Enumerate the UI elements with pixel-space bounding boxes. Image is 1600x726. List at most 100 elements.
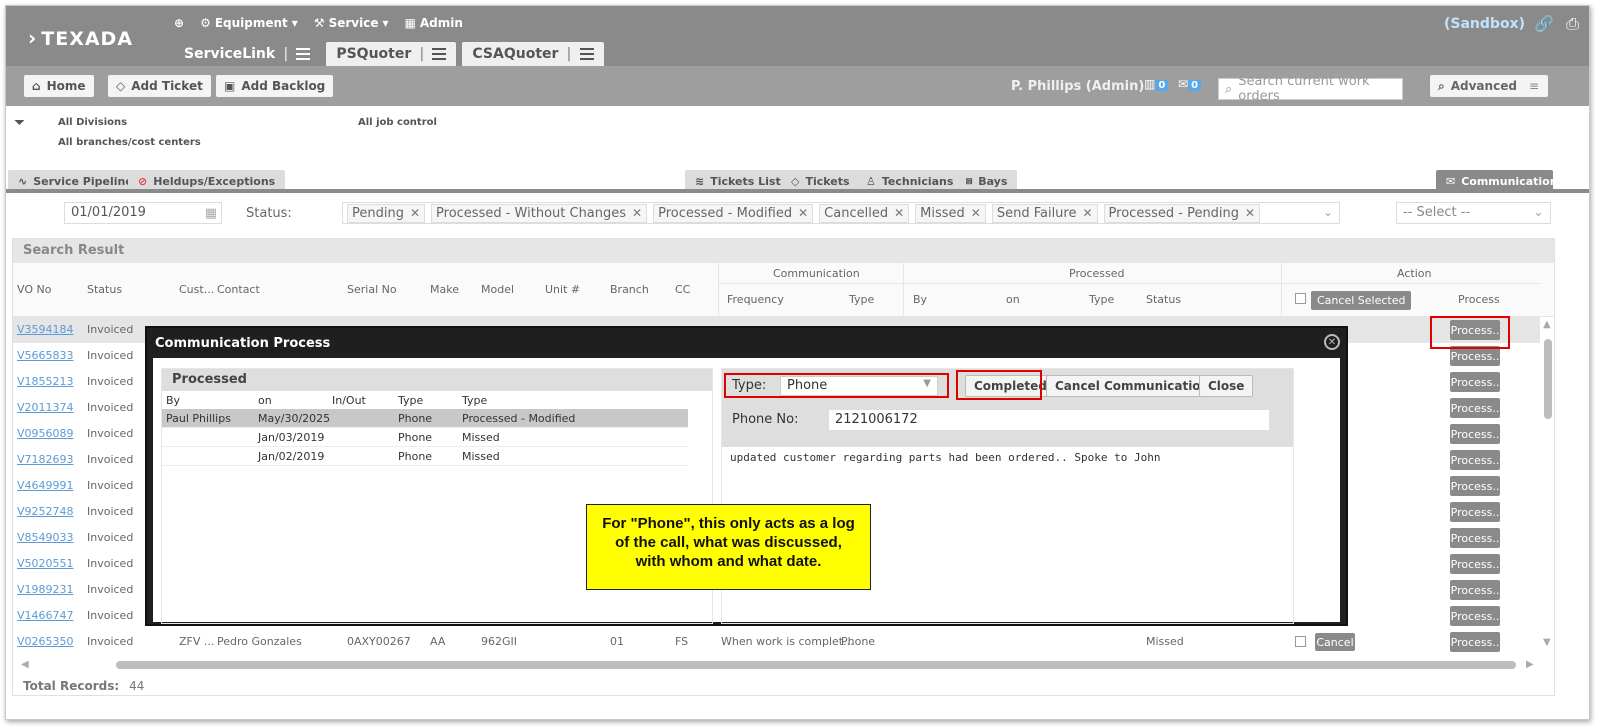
hamburger-icon[interactable]: [579, 45, 594, 63]
cancel-button[interactable]: Cancel: [1315, 633, 1355, 651]
col-type[interactable]: Type: [849, 293, 874, 306]
col-processed-type[interactable]: Type: [1089, 293, 1114, 306]
select-all-checkbox[interactable]: [1295, 293, 1306, 304]
notes-textarea[interactable]: updated customer regarding parts had bee…: [730, 451, 1160, 464]
process-button[interactable]: Process..: [1450, 346, 1500, 366]
remove-icon[interactable]: ✕: [894, 206, 904, 220]
process-button[interactable]: Process..: [1450, 502, 1500, 522]
tab-servicelink[interactable]: ServiceLink |: [174, 42, 321, 66]
col-model[interactable]: Model: [481, 283, 514, 296]
calendar-icon[interactable]: ▦: [205, 206, 217, 221]
col-make[interactable]: Make: [430, 283, 459, 296]
cancel-communication-button[interactable]: Cancel Communication: [1046, 375, 1219, 397]
hamburger-icon[interactable]: [432, 45, 447, 63]
search-input[interactable]: ⌕ Search current work orders: [1218, 74, 1403, 104]
wo-link[interactable]: V1855213: [17, 375, 74, 388]
col-by[interactable]: By: [913, 293, 927, 306]
notebook-badge[interactable]: ▥ 0: [1144, 77, 1169, 91]
chat-badge[interactable]: ✉ 0: [1178, 77, 1202, 91]
wo-link[interactable]: V5665833: [17, 349, 74, 362]
tab-psquoter[interactable]: PSQuoter |: [326, 42, 457, 66]
job-control-filter[interactable]: All job control: [358, 117, 437, 128]
add-ticket-button[interactable]: ◇ Add Ticket: [108, 75, 211, 97]
horizontal-scrollbar[interactable]: ◀ ▶: [21, 659, 1541, 671]
texada-logo[interactable]: › TEXADA: [28, 26, 133, 50]
menu-button[interactable]: ≡: [1520, 75, 1548, 97]
vertical-scrollbar[interactable]: ▲ ▼: [1542, 319, 1554, 654]
col-cust[interactable]: Cust...: [179, 283, 214, 296]
wo-link[interactable]: V2011374: [17, 401, 74, 414]
scroll-left-icon[interactable]: ◀: [21, 659, 29, 670]
remove-icon[interactable]: ✕: [1245, 206, 1255, 220]
status-multiselect[interactable]: Pending ✕ Processed - Without Changes ✕ Pr…: [342, 202, 1340, 224]
process-button[interactable]: Process..: [1450, 554, 1500, 574]
wo-link[interactable]: V0265350: [17, 635, 74, 648]
wo-link[interactable]: V8549033: [17, 531, 74, 544]
processed-row[interactable]: Paul Phillips May/30/2025 Phone Processe…: [162, 409, 688, 428]
remove-icon[interactable]: ✕: [632, 206, 642, 220]
wo-link[interactable]: V5020551: [17, 557, 74, 570]
advanced-search-button[interactable]: ⌕ Advanced: [1430, 75, 1525, 97]
col-branch[interactable]: Branch: [610, 283, 649, 296]
process-button[interactable]: Process..: [1450, 580, 1500, 600]
phone-field[interactable]: 2121006172: [828, 409, 1270, 431]
process-button[interactable]: Process..: [1450, 606, 1500, 626]
remove-icon[interactable]: ✕: [410, 206, 420, 220]
process-button[interactable]: Process..: [1450, 424, 1500, 444]
close-icon[interactable]: ✕: [1324, 334, 1340, 350]
scroll-thumb[interactable]: [116, 661, 1516, 669]
col-unit[interactable]: Unit #: [545, 283, 580, 296]
col-contact[interactable]: Contact: [217, 283, 260, 296]
cancel-selected-button[interactable]: Cancel Selected: [1311, 291, 1412, 310]
wo-link[interactable]: V1989231: [17, 583, 74, 596]
col-cc[interactable]: CC: [675, 283, 690, 296]
row-checkbox[interactable]: [1295, 636, 1306, 647]
chevron-down-icon[interactable]: ⌄: [1323, 205, 1333, 219]
col-serial[interactable]: Serial No: [347, 283, 397, 296]
link-icon[interactable]: 🔗: [1534, 14, 1554, 34]
wo-link[interactable]: V1466747: [17, 609, 74, 622]
nav-equipment[interactable]: ⚙ Equipment ▾: [200, 16, 298, 30]
wo-link[interactable]: V3594184: [17, 323, 74, 336]
select-dropdown[interactable]: -- Select -- ⌄: [1396, 202, 1551, 224]
close-button[interactable]: Close: [1199, 375, 1254, 397]
remove-icon[interactable]: ✕: [798, 206, 808, 220]
filter-icon[interactable]: ⏷: [14, 115, 25, 131]
print-icon[interactable]: ⎙: [1566, 14, 1579, 34]
tab-csaquoter[interactable]: CSAQuoter |: [462, 42, 604, 66]
scroll-thumb[interactable]: [1544, 339, 1552, 419]
date-input[interactable]: 01/01/2019 ▦: [64, 202, 222, 224]
wo-link[interactable]: V9252748: [17, 505, 74, 518]
col-on[interactable]: on: [1006, 293, 1020, 306]
user-name[interactable]: P. Phillips (Admin): [1011, 79, 1144, 94]
branches-filter[interactable]: All branches/cost centers: [58, 137, 201, 148]
col-processed-status[interactable]: Status: [1146, 293, 1181, 306]
add-backlog-button[interactable]: ▣ Add Backlog: [216, 75, 334, 97]
process-button[interactable]: Process..: [1450, 372, 1500, 392]
nav-up-icon[interactable]: ⊕: [174, 16, 184, 30]
home-button[interactable]: ⌂ Home: [24, 75, 94, 97]
divisions-filter[interactable]: All Divisions: [58, 117, 127, 128]
process-button[interactable]: Process..: [1450, 528, 1500, 548]
col-frequency[interactable]: Frequency: [727, 293, 784, 306]
process-button[interactable]: Process..: [1450, 632, 1500, 652]
hamburger-icon[interactable]: [296, 45, 311, 63]
scroll-right-icon[interactable]: ▶: [1526, 659, 1534, 670]
wo-link[interactable]: V4649991: [17, 479, 74, 492]
scroll-down-icon[interactable]: ▼: [1543, 637, 1551, 648]
nav-service[interactable]: ⚒ Service ▾: [314, 16, 389, 30]
process-button[interactable]: Process..: [1450, 476, 1500, 496]
process-button[interactable]: Process..: [1450, 398, 1500, 418]
nav-admin[interactable]: ▦ Admin: [405, 16, 463, 30]
wo-link[interactable]: V7182693: [17, 453, 74, 466]
scroll-up-icon[interactable]: ▲: [1543, 319, 1551, 330]
table-row[interactable]: V0265350 Invoiced ZFV ... Pedro Gonzales…: [13, 629, 1540, 655]
col-wo[interactable]: VO No: [17, 283, 51, 296]
wo-link[interactable]: V0956089: [17, 427, 74, 440]
remove-icon[interactable]: ✕: [1082, 206, 1092, 220]
remove-icon[interactable]: ✕: [971, 206, 981, 220]
col-status[interactable]: Status: [87, 283, 122, 296]
process-button[interactable]: Process..: [1450, 450, 1500, 470]
processed-row[interactable]: Jan/03/2019 Phone Missed: [162, 428, 688, 447]
processed-row[interactable]: Jan/02/2019 Phone Missed: [162, 447, 688, 466]
